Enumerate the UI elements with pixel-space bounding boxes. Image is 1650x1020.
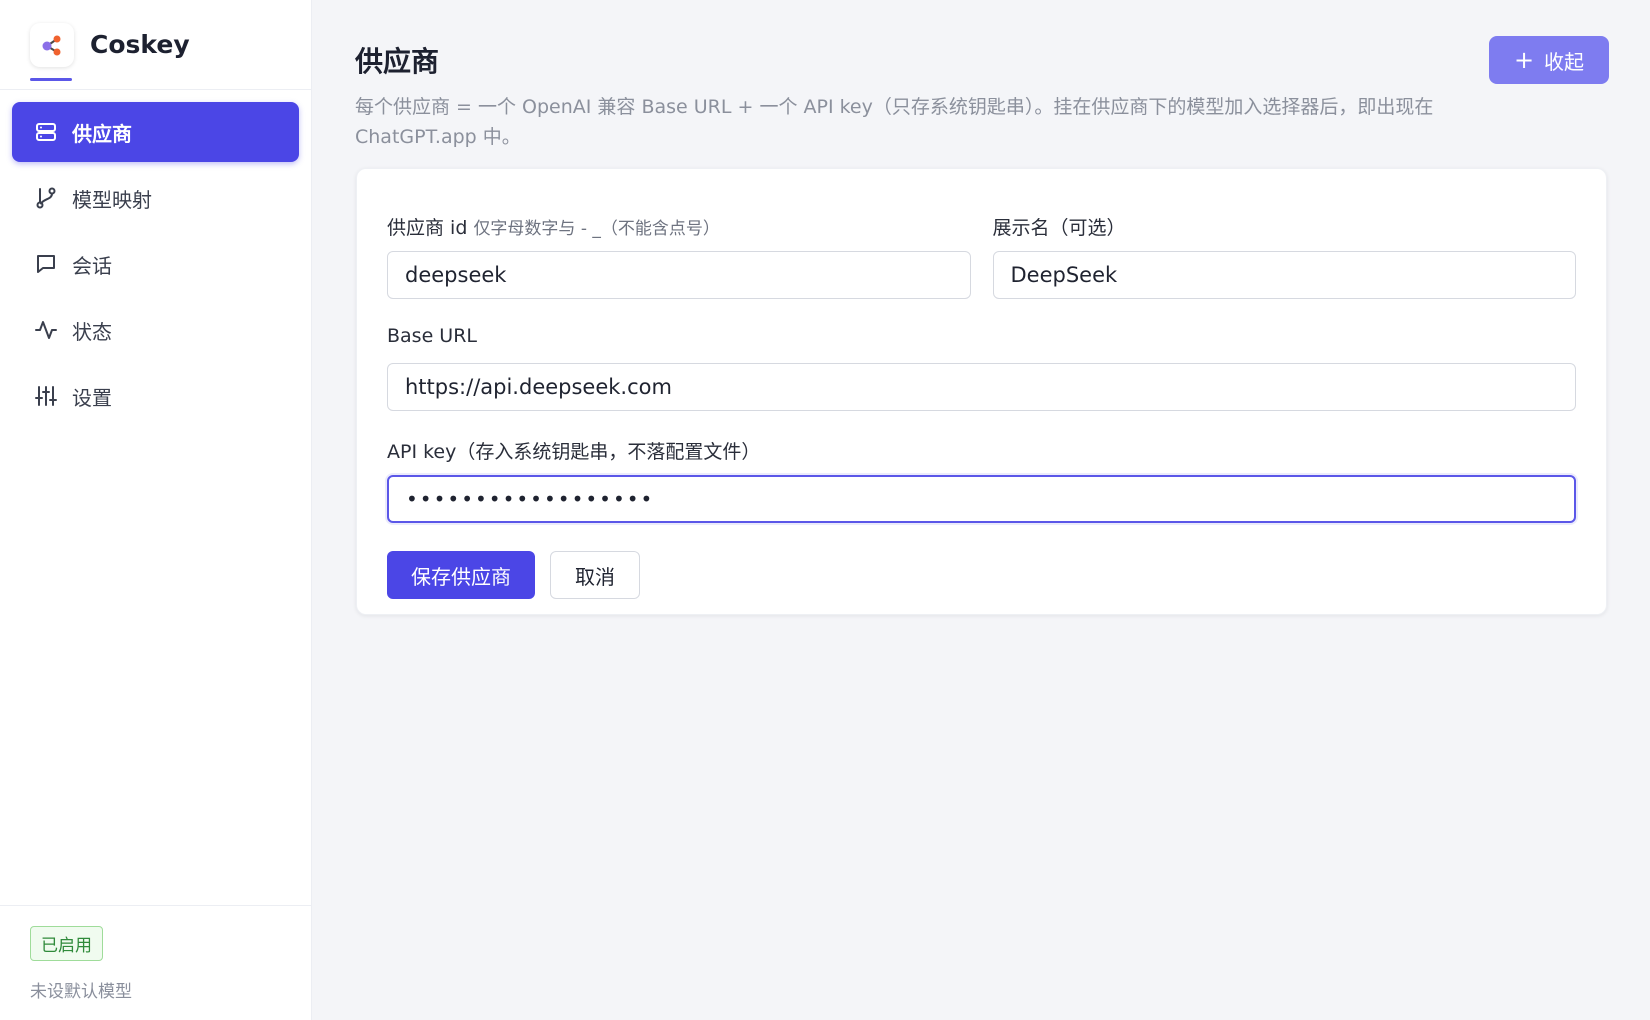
sidebar-nav: 供应商 模型映射 会话 状态 设置 [0, 90, 311, 432]
form-actions: 保存供应商 取消 [387, 551, 1576, 599]
api-key-field: API key（存入系统钥匙串，不落配置文件） ••••••••••••••••… [387, 437, 1576, 523]
provider-id-hint: 仅字母数字与 - _（不能含点号） [473, 219, 720, 239]
display-name-input[interactable]: DeepSeek [992, 251, 1576, 299]
sidebar-item-label: 模型映射 [72, 187, 152, 212]
save-provider-button[interactable]: 保存供应商 [387, 551, 535, 599]
app-name: Coskey [90, 30, 190, 59]
activity-icon [34, 318, 58, 342]
sidebar-item-model-mapping[interactable]: 模型映射 [12, 168, 299, 228]
sidebar-item-settings[interactable]: 设置 [12, 366, 299, 426]
display-name-value: DeepSeek [1010, 263, 1118, 287]
brand: Coskey [0, 0, 311, 90]
sidebar-item-label: 供应商 [72, 121, 132, 146]
sliders-icon [34, 384, 58, 408]
sidebar-footer: 已启用 未设默认模型 [0, 905, 311, 1020]
base-url-input[interactable]: https://api.deepseek.com [387, 363, 1576, 411]
app-root: Coskey 供应商 模型映射 会话 状态 设置 已启用 未设默认模型 供应商 … [0, 0, 1650, 1020]
sidebar-item-label: 会话 [72, 253, 112, 278]
cancel-button[interactable]: 取消 [550, 551, 640, 599]
api-key-input[interactable]: •••••••••••••••••• [387, 475, 1576, 523]
api-key-label: API key（存入系统钥匙串，不落配置文件） [387, 441, 761, 463]
page-title: 供应商 [355, 45, 440, 78]
provider-id-label: 供应商 id 仅字母数字与 - _（不能含点号） [387, 213, 971, 239]
sidebar-item-label: 设置 [72, 385, 112, 410]
base-url-field: Base URL https://api.deepseek.com [387, 325, 1576, 411]
server-icon [34, 120, 58, 144]
form-row-id-name: 供应商 id 仅字母数字与 - _（不能含点号） deepseek 展示名（可选… [387, 213, 1576, 299]
branch-icon [34, 186, 58, 210]
plus-icon: + [1513, 46, 1535, 74]
chat-icon [34, 252, 58, 276]
display-name-label: 展示名（可选） [992, 217, 1126, 239]
provider-id-field: 供应商 id 仅字母数字与 - _（不能含点号） deepseek [387, 213, 971, 299]
api-key-value: •••••••••••••••••• [406, 487, 655, 511]
sidebar-item-sessions[interactable]: 会话 [12, 234, 299, 294]
sidebar-item-status[interactable]: 状态 [12, 300, 299, 360]
page-description: 每个供应商 = 一个 OpenAI 兼容 Base URL + 一个 API k… [355, 96, 1434, 148]
provider-id-value: deepseek [405, 263, 507, 287]
brand-underline [30, 78, 72, 81]
default-model-note: 未设默认模型 [30, 982, 132, 1002]
provider-form-card: 供应商 id 仅字母数字与 - _（不能含点号） deepseek 展示名（可选… [356, 168, 1607, 615]
app-logo-icon [30, 22, 74, 67]
collapse-button[interactable]: + 收起 [1489, 36, 1609, 84]
display-name-field: 展示名（可选） DeepSeek [992, 213, 1576, 299]
status-badge: 已启用 [30, 926, 103, 961]
base-url-value: https://api.deepseek.com [405, 375, 672, 399]
collapse-button-label: 收起 [1544, 49, 1585, 74]
sidebar: Coskey 供应商 模型映射 会话 状态 设置 已启用 未设默认模型 [0, 0, 312, 1020]
sidebar-item-label: 状态 [72, 319, 112, 344]
provider-id-input[interactable]: deepseek [387, 251, 971, 299]
provider-id-label-text: 供应商 id [387, 217, 468, 239]
sidebar-item-providers[interactable]: 供应商 [12, 102, 299, 162]
base-url-label: Base URL [387, 325, 477, 347]
